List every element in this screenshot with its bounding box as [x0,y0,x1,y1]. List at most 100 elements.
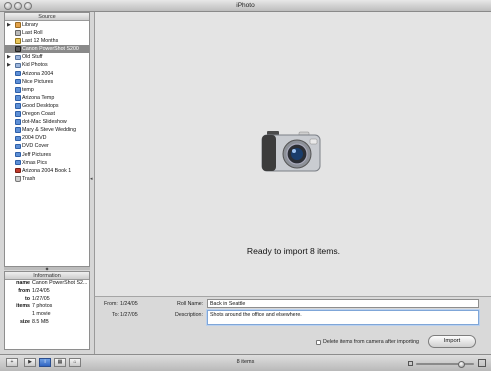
album-icon [15,159,21,166]
info-value: Canon PowerShot S2... [32,280,88,286]
description-field[interactable]: Shots around the office and elsewhere. [207,310,479,325]
album-icon [15,78,21,85]
information-header: Information [5,272,89,280]
disclosure-triangle-icon[interactable]: ▶ [7,61,11,69]
source-item-label: Xmas Pics [22,159,48,166]
window-title: iPhoto [236,2,255,9]
source-item[interactable]: ▶ Kid Photos [5,61,89,69]
import-panel: From: 1/24/05 To: 1/27/05 Roll Name: Bac… [94,296,491,354]
info-value: 1 movie [32,311,51,318]
film-roll-icon [15,30,21,36]
album-icon [15,86,21,93]
album-icon [15,151,21,158]
source-item-label: temp [22,86,34,93]
zoom-small-icon [408,361,413,366]
zoom-large-icon [478,359,486,367]
source-item[interactable]: ▶ Library [5,21,89,29]
description-label: Description: [175,312,203,318]
info-key: to [25,295,30,302]
zoom-slider-knob[interactable] [457,360,465,368]
source-item[interactable]: Arizona 2004 [5,70,89,78]
source-item-label: Mary & Steve Wedding [22,127,77,134]
close-window-button[interactable] [4,2,12,10]
import-button[interactable]: Import [428,335,476,348]
source-item-label: Canon PowerShot S200 [22,46,79,53]
info-row: size 8.5 MB [5,319,89,327]
info-row: items 7 photos [5,303,89,311]
source-item[interactable]: Canon PowerShot S200 [5,45,89,54]
roll-name-field[interactable]: Back in Seattle [207,299,479,308]
source-item-label: Library [22,22,39,28]
folder-icon [15,54,21,61]
information-rows: name Canon PowerShot S2... from 1/24/05 to 1/… [5,280,89,327]
info-row: to 1/27/05 [5,296,89,304]
source-item[interactable]: Nice Pictures [5,78,89,86]
zoom-slider[interactable] [416,360,474,368]
from-date: 1/24/05 [120,301,138,307]
source-item[interactable]: Good Desktops [5,102,89,110]
info-key: size [19,318,30,325]
source-item-label: Jeff Pictures [22,151,52,158]
album-icon [15,95,21,101]
source-item[interactable]: 2004 DVD [5,134,89,142]
title-bar: iPhoto [0,0,491,12]
source-item[interactable]: Jeff Pictures [5,151,89,159]
source-item-label: Oregon Coast [22,111,55,118]
source-item[interactable]: Xmas Pics [5,159,89,167]
album-icon [15,119,21,125]
panel-splitter[interactable]: ◆ [4,267,90,271]
source-item[interactable]: Arizona 2004 Book 1 [5,167,89,175]
source-item-label: Arizona 2004 [22,70,54,77]
to-label: To: [112,312,120,318]
source-item[interactable]: Arizona Temp [5,94,89,102]
album-icon [15,135,21,142]
source-item[interactable]: ▶ Old Stuff [5,53,89,61]
source-item[interactable]: Last 12 Months [5,37,89,45]
source-item-label: Trash [22,175,36,182]
source-item[interactable]: Oregon Coast [5,110,89,118]
source-item-label: Kid Photos [22,62,48,69]
source-item-label: Arizona 2004 Book 1 [22,167,72,174]
source-item-label: DVD Cover [22,143,49,150]
source-panel: Source ▶ Library Last Roll Last 12 Months Ca… [4,12,90,267]
zoom-window-button[interactable] [24,2,32,10]
camera-icon [261,131,321,172]
folder-icon [15,62,21,69]
disclosure-triangle-icon[interactable]: ▶ [7,21,11,29]
source-item[interactable]: Trash [5,175,89,183]
source-header: Source [5,13,89,21]
source-item-label: 2004 DVD [22,135,47,142]
to-date: 1/27/05 [120,312,138,318]
source-item-label: Good Desktops [22,102,59,109]
source-item-label: Last Roll [22,30,43,37]
source-item[interactable]: Last Roll [5,29,89,37]
source-item[interactable]: dot-Mac Slideshow [5,118,89,126]
information-panel: Information name Canon PowerShot S2... fro… [4,271,90,350]
calendar-icon [15,38,21,44]
info-value: 1/27/05 [32,295,50,302]
info-row: name Canon PowerShot S2... [5,280,89,288]
sidebar-resize-handle[interactable]: ◂ [90,176,93,182]
album-icon [15,127,21,133]
disclosure-triangle-icon[interactable]: ▶ [7,53,11,61]
source-item-label: Old Stuff [22,54,43,61]
delete-after-import-checkbox[interactable] [316,340,321,345]
source-item[interactable]: temp [5,86,89,94]
source-item[interactable]: Mary & Steve Wedding [5,126,89,134]
trash-icon [15,175,21,182]
minimize-window-button[interactable] [14,2,22,10]
info-key: from [18,287,30,294]
library-icon [15,22,21,28]
source-item-label: Arizona Temp [22,94,55,101]
source-list: ▶ Library Last Roll Last 12 Months Canon Pow… [5,21,89,183]
source-item[interactable]: DVD Cover [5,142,89,150]
info-value: 1/24/05 [32,287,50,294]
album-icon [15,103,21,109]
bottom-toolbar: + ▶ i ▦ ⌂ 8 items [0,354,491,371]
info-row: from 1/24/05 [5,288,89,296]
roll-name-label: Roll Name: [177,301,204,307]
source-item-label: Nice Pictures [22,78,54,85]
import-status-text: Ready to import 8 items. [246,246,341,256]
book-icon [15,167,21,174]
info-key: name [16,280,30,286]
